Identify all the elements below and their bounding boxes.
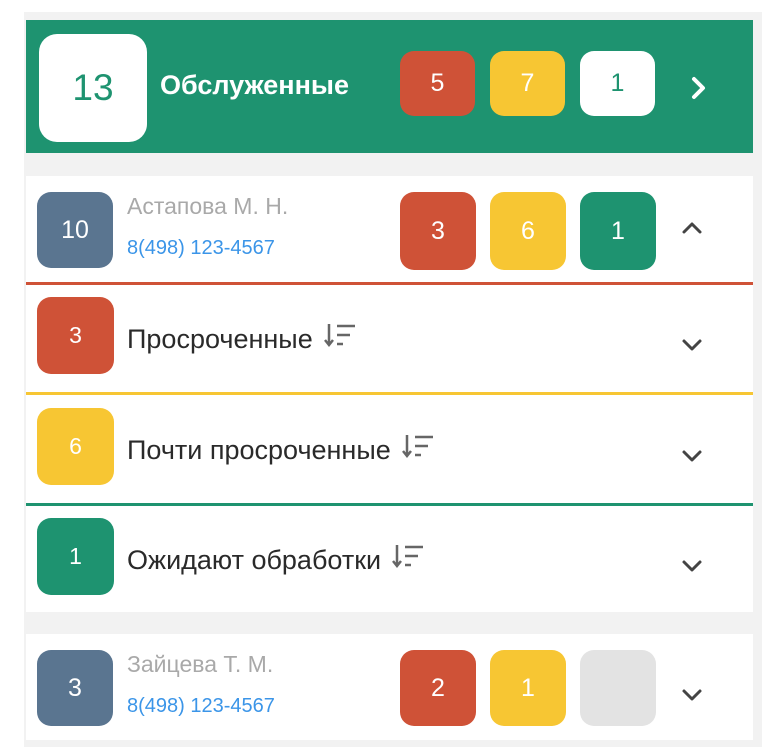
doctor-almost-overdue-badge: 1 [490,650,566,726]
doctor-pending-badge [580,650,656,726]
doctor-count-avatar: 10 [37,192,113,268]
doctor-pending-badge: 1 [580,192,656,270]
doctor-name: Зайцева Т. М. [127,651,274,677]
overdue-count-badge: 5 [400,51,475,116]
doctor-overdue-badge: 2 [400,650,476,726]
sort-icon[interactable] [323,322,357,357]
almost-overdue-divider [26,392,753,395]
pending-row-badge: 1 [37,518,114,595]
almost-overdue-row-badge: 6 [37,408,114,485]
doctor-almost-overdue-badge: 6 [490,192,566,270]
doctor-phone-link[interactable]: 8(498) 123-4567 [127,695,275,718]
pending-row-label: Ожидают обработки [127,545,382,575]
overdue-row-badge: 3 [37,297,114,374]
doctor-phone-link[interactable]: 8(498) 123-4567 [127,237,275,260]
pending-divider [26,503,753,506]
sort-icon[interactable] [391,543,425,578]
pending-count-badge: 1 [580,51,655,116]
sort-icon[interactable] [401,433,435,468]
almost-overdue-row-label: Почти просроченные [127,435,391,465]
chevron-down-icon[interactable] [677,330,707,360]
served-title: Обслуженные [160,70,349,100]
doctor-overdue-badge: 3 [400,192,476,270]
overdue-divider [26,282,753,285]
doctor-count-avatar: 3 [37,650,113,726]
overdue-row[interactable]: Просроченные [127,322,357,357]
chevron-down-icon[interactable] [677,551,707,581]
doctor-name: Астапова М. Н. [127,193,289,219]
almost-overdue-count-badge: 7 [490,51,565,116]
almost-overdue-row[interactable]: Почти просроченные [127,433,435,468]
chevron-down-icon[interactable] [677,441,707,471]
pending-row[interactable]: Ожидают обработки [127,543,425,578]
chevron-up-icon[interactable] [677,213,707,243]
overdue-row-label: Просроченные [127,324,313,354]
chevron-right-icon[interactable] [685,70,713,106]
chevron-down-icon[interactable] [677,680,707,710]
served-count: 13 [39,34,147,142]
